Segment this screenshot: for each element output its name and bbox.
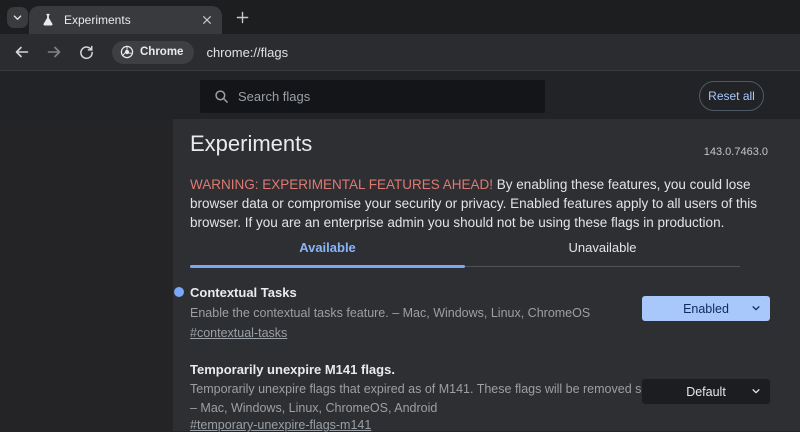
flag-permalink[interactable]: #contextual-tasks — [190, 326, 287, 340]
new-tab-button[interactable] — [232, 7, 253, 28]
flag-description: Temporarily unexpire flags that expired … — [190, 380, 670, 418]
arrow-right-icon — [46, 44, 62, 60]
flags-search-bar: Reset all — [0, 70, 800, 119]
version-number: 143.0.7463.0 — [704, 146, 768, 158]
search-box[interactable] — [200, 80, 545, 113]
reload-button[interactable] — [74, 40, 98, 64]
availability-tabs: Available Unavailable — [190, 240, 740, 268]
flag-select-value: Enabled — [683, 302, 729, 316]
chrome-logo-icon — [120, 45, 134, 59]
page-title: Experiments — [190, 131, 312, 157]
experimental-warning: WARNING: EXPERIMENTAL FEATURES AHEAD! By… — [190, 175, 775, 232]
chevron-down-icon — [751, 303, 761, 313]
active-tab-underline — [190, 265, 465, 268]
flag-name: Temporarily unexpire M141 flags. — [190, 362, 395, 377]
tab-search-button[interactable] — [7, 7, 28, 28]
close-icon[interactable] — [199, 12, 215, 28]
tab-title: Experiments — [64, 13, 199, 27]
back-button[interactable] — [10, 40, 34, 64]
browser-toolbar: Chrome chrome://flags — [0, 34, 800, 70]
page-background: Experiments 143.0.7463.0 WARNING: EXPERI… — [0, 119, 800, 431]
forward-button[interactable] — [42, 40, 66, 64]
flag-value-select-enabled[interactable]: Enabled — [642, 296, 770, 321]
site-chip[interactable]: Chrome — [112, 41, 194, 64]
search-input[interactable] — [238, 89, 545, 104]
arrow-left-icon — [14, 44, 30, 60]
flag-name: Contextual Tasks — [190, 285, 297, 300]
flags-content: Experiments 143.0.7463.0 WARNING: EXPERI… — [173, 119, 800, 431]
chevron-down-icon — [751, 386, 761, 396]
modified-flag-dot-icon — [174, 287, 184, 297]
tab-available[interactable]: Available — [190, 240, 465, 264]
flag-value-select-default[interactable]: Default — [642, 379, 770, 404]
search-icon — [214, 89, 229, 104]
reset-all-button[interactable]: Reset all — [699, 81, 764, 111]
flag-permalink[interactable]: #temporary-unexpire-flags-m141 — [190, 418, 371, 432]
flag-description: Enable the contextual tasks feature. – M… — [190, 304, 670, 323]
plus-icon — [236, 11, 249, 24]
flag-select-value: Default — [686, 385, 726, 399]
chevron-down-icon — [12, 12, 23, 23]
flag-row-unexpire-m141: Temporarily unexpire M141 flags. Tempora… — [173, 360, 800, 431]
flag-row-contextual-tasks: Contextual Tasks Enable the contextual t… — [173, 283, 800, 353]
refresh-icon — [79, 45, 94, 60]
browser-tab-experiments[interactable]: Experiments — [29, 6, 222, 34]
address-bar-url[interactable]: chrome://flags — [206, 45, 288, 60]
flask-icon — [41, 13, 55, 27]
tab-unavailable[interactable]: Unavailable — [465, 240, 740, 264]
tab-strip: Experiments — [0, 0, 800, 34]
warning-label: WARNING: EXPERIMENTAL FEATURES AHEAD! — [190, 177, 493, 192]
site-chip-label: Chrome — [140, 46, 183, 58]
